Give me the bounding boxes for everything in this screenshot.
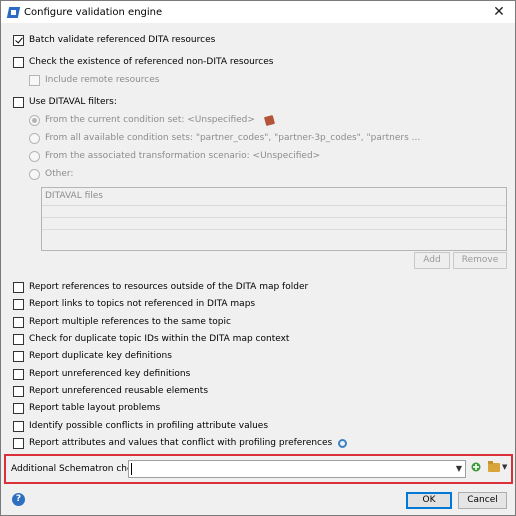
cancel-button[interactable]: Cancel — [458, 492, 507, 509]
chevron-down-icon[interactable]: ▼ — [456, 464, 462, 473]
radio-all-sets-label: From all available condition sets: "part… — [45, 133, 421, 143]
radio-other[interactable]: Other: — [29, 167, 73, 181]
app-icon — [8, 7, 19, 18]
report-option[interactable]: Identify possible conflicts in profiling… — [13, 419, 268, 433]
report-checkbox[interactable] — [13, 316, 24, 328]
report-option[interactable]: Report duplicate key definitions — [13, 349, 172, 363]
include-remote-label: Include remote resources — [45, 75, 160, 85]
batch-validate-label: Batch validate referenced DITA resources — [29, 35, 216, 45]
schematron-combo[interactable]: ▼ — [128, 460, 466, 478]
browse-folder-icon[interactable] — [488, 461, 500, 472]
ditaval-files-table[interactable]: DITAVAL files — [41, 187, 507, 251]
radio-current-label: From the current condition set: <Unspeci… — [45, 115, 255, 125]
add-schematron-icon[interactable] — [470, 461, 482, 473]
settings-gear-icon[interactable] — [338, 438, 348, 448]
report-label: Identify possible conflicts in profiling… — [29, 421, 269, 431]
radio-all-sets-button[interactable] — [29, 132, 40, 144]
report-checkbox[interactable] — [13, 437, 24, 449]
radio-transformation-scenario[interactable]: From the associated transformation scena… — [29, 149, 320, 163]
report-checkbox[interactable] — [13, 333, 24, 345]
report-label: Report unreferenced reusable elements — [29, 386, 209, 396]
report-option[interactable]: Check for duplicate topic IDs within the… — [13, 332, 289, 346]
report-checkbox[interactable] — [13, 350, 24, 362]
check-existence-label: Check the existence of referenced non-DI… — [29, 57, 274, 67]
report-label: Report table layout problems — [29, 403, 161, 413]
remove-ditaval-button[interactable]: Remove — [453, 252, 507, 269]
schematron-section: Additional Schematron checks: ▼ ▼ — [4, 454, 513, 484]
report-option[interactable]: Report table layout problems — [13, 401, 160, 415]
ok-button[interactable]: OK — [406, 492, 452, 509]
use-ditaval-option[interactable]: Use DITAVAL filters: — [13, 95, 117, 109]
text-caret — [131, 463, 132, 475]
report-option[interactable]: Report unreferenced key definitions — [13, 367, 190, 381]
radio-transformation-label: From the associated transformation scena… — [45, 151, 321, 161]
radio-transformation-button[interactable] — [29, 150, 40, 162]
ditaval-files-header: DITAVAL files — [42, 188, 506, 206]
report-option[interactable]: Report references to resources outside o… — [13, 280, 308, 294]
check-existence-option[interactable]: Check the existence of referenced non-DI… — [13, 55, 273, 69]
radio-other-button[interactable] — [29, 168, 40, 180]
radio-all-condition-sets[interactable]: From all available condition sets: "part… — [29, 131, 420, 145]
close-icon[interactable]: ✕ — [491, 4, 507, 20]
report-label: Report references to resources outside o… — [29, 282, 309, 292]
report-label: Report links to topics not referenced in… — [29, 299, 256, 309]
help-icon[interactable]: ? — [12, 493, 25, 506]
add-ditaval-button[interactable]: Add — [414, 252, 450, 269]
batch-validate-option[interactable]: Batch validate referenced DITA resources — [13, 33, 215, 47]
report-option[interactable]: Report unreferenced reusable elements — [13, 384, 208, 398]
window-title: Configure validation engine — [24, 6, 163, 18]
report-label: Report unreferenced key definitions — [29, 369, 191, 379]
report-label: Report attributes and values that confli… — [29, 438, 333, 448]
radio-current-button[interactable] — [29, 114, 40, 126]
report-checkbox[interactable] — [13, 368, 24, 380]
report-checkbox[interactable] — [13, 281, 24, 293]
report-option[interactable]: Report multiple references to the same t… — [13, 315, 231, 329]
book-icon[interactable] — [263, 114, 275, 126]
radio-current-condition-set[interactable]: From the current condition set: <Unspeci… — [29, 113, 275, 127]
use-ditaval-label: Use DITAVAL filters: — [29, 97, 117, 107]
report-label: Report multiple references to the same t… — [29, 317, 231, 327]
browse-dropdown-icon[interactable]: ▼ — [502, 463, 507, 471]
validation-dialog: Configure validation engine ✕ Batch vali… — [0, 0, 516, 516]
report-checkbox[interactable] — [13, 420, 24, 432]
batch-validate-checkbox[interactable] — [13, 34, 24, 46]
report-checkbox[interactable] — [13, 298, 24, 310]
report-option[interactable]: Report links to topics not referenced in… — [13, 297, 255, 311]
ditaval-empty-row — [42, 218, 506, 230]
report-label: Check for duplicate topic IDs within the… — [29, 334, 290, 344]
report-checkbox[interactable] — [13, 385, 24, 397]
radio-other-label: Other: — [45, 169, 74, 179]
report-label: Report duplicate key definitions — [29, 351, 172, 361]
check-existence-checkbox[interactable] — [13, 56, 24, 68]
include-remote-option[interactable]: Include remote resources — [29, 73, 159, 87]
report-option[interactable]: Report attributes and values that confli… — [13, 436, 348, 450]
report-checkbox[interactable] — [13, 402, 24, 414]
use-ditaval-checkbox[interactable] — [13, 96, 24, 108]
ditaval-empty-row — [42, 206, 506, 218]
include-remote-checkbox[interactable] — [29, 74, 40, 86]
title-bar: Configure validation engine ✕ — [1, 1, 515, 23]
